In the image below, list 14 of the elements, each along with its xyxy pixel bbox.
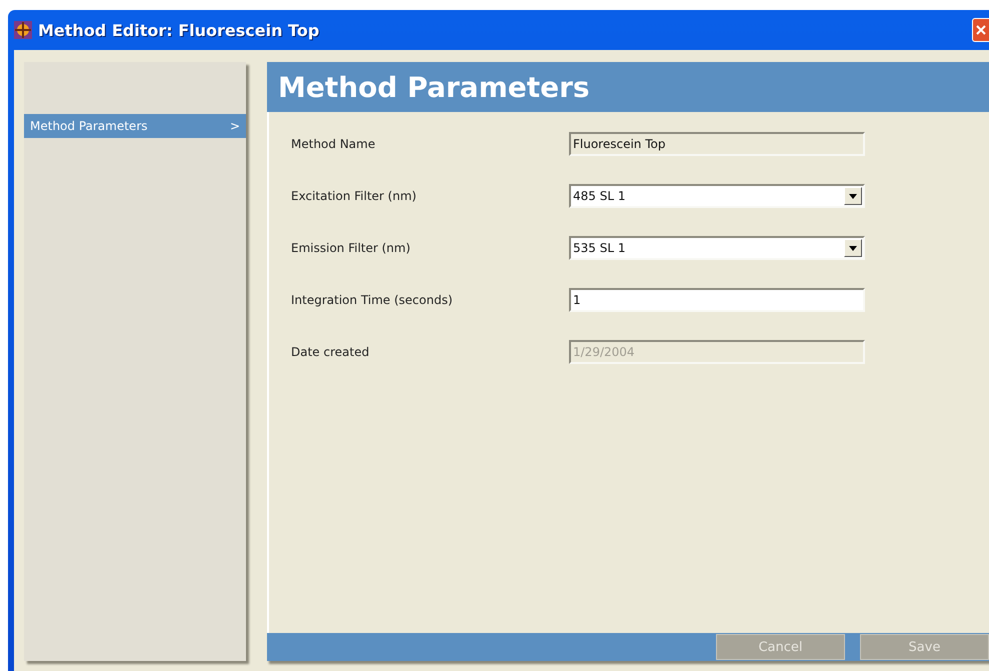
panel-title: Method Parameters [267, 62, 989, 112]
close-icon [976, 25, 986, 35]
field-label: Method Name [291, 137, 376, 151]
field-label: Excitation Filter (nm) [291, 189, 418, 203]
input-field[interactable]: 1 [569, 288, 865, 312]
input-field[interactable]: Fluorescein Top [569, 132, 865, 156]
close-button[interactable] [972, 18, 989, 42]
field-label: Integration Time (seconds) [291, 293, 454, 307]
field-label: Emission Filter (nm) [291, 241, 412, 255]
window-title: Method Editor: Fluorescein Top [38, 20, 320, 40]
app-icon [14, 21, 32, 39]
dropdown-field[interactable]: 535 SL 1 [569, 236, 865, 260]
dropdown-field[interactable]: 485 SL 1 [569, 184, 865, 208]
field-label: Date created [291, 345, 370, 359]
